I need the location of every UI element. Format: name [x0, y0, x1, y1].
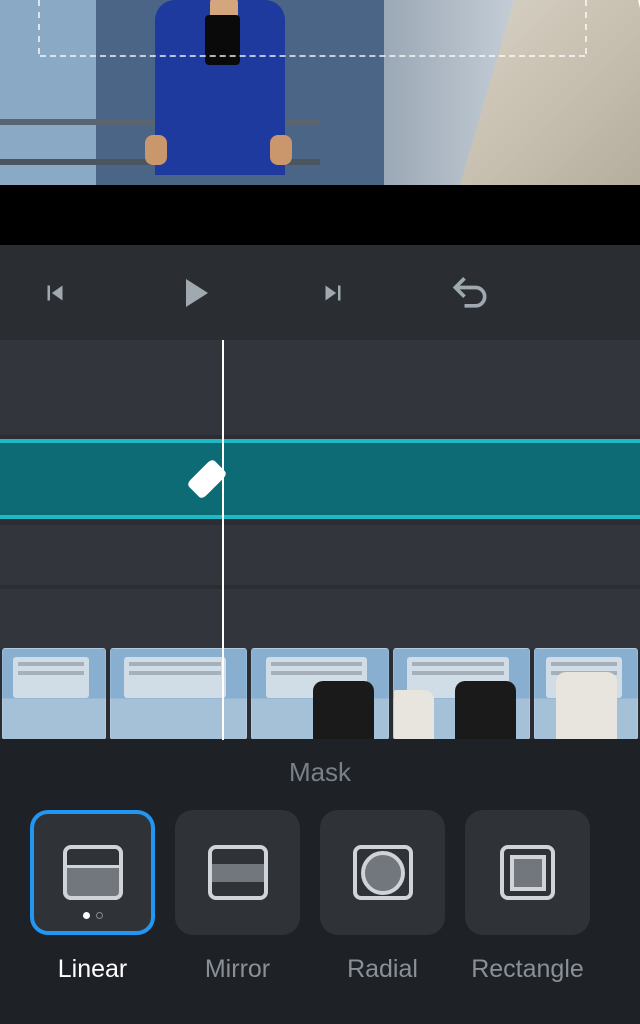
- radial-mask-icon: [353, 845, 413, 900]
- next-frame-button[interactable]: [318, 278, 348, 308]
- mirror-mask-icon: [208, 845, 268, 900]
- undo-button[interactable]: [448, 271, 492, 315]
- thumbnail-strip[interactable]: [0, 648, 640, 740]
- clip-thumbnail[interactable]: [534, 648, 638, 740]
- linear-mask-icon: [63, 845, 123, 900]
- mask-option-label: Mirror: [205, 955, 270, 984]
- clip-thumbnail[interactable]: [393, 648, 531, 740]
- crop-guide: [40, 55, 585, 57]
- mask-panel: Mask Linear Mirror Radial: [0, 739, 640, 1024]
- mask-option-rectangle[interactable]: Rectangle: [465, 810, 590, 984]
- previous-frame-button[interactable]: [40, 278, 70, 308]
- page-indicator: [83, 912, 103, 919]
- mask-option-mirror[interactable]: Mirror: [175, 810, 300, 984]
- playhead[interactable]: [222, 340, 224, 740]
- mask-options-row: Linear Mirror Radial Rectangle: [0, 810, 640, 984]
- clip-thumbnail[interactable]: [2, 648, 106, 740]
- timeline-track[interactable]: [0, 340, 640, 435]
- playback-controls: [0, 245, 640, 340]
- mask-option-radial[interactable]: Radial: [320, 810, 445, 984]
- timeline-track-selected[interactable]: [0, 439, 640, 519]
- mask-option-label: Rectangle: [471, 955, 584, 984]
- timeline[interactable]: [0, 340, 640, 740]
- panel-title: Mask: [0, 739, 640, 810]
- mask-option-linear[interactable]: Linear: [30, 810, 155, 984]
- mask-option-label: Linear: [58, 955, 128, 984]
- rectangle-mask-icon: [500, 845, 555, 900]
- video-preview[interactable]: [0, 0, 640, 245]
- keyframe-marker-icon[interactable]: [189, 461, 224, 496]
- play-button[interactable]: [170, 269, 218, 317]
- timeline-track[interactable]: [0, 525, 640, 585]
- preview-subject: [135, 0, 300, 175]
- timeline-track[interactable]: [0, 589, 640, 649]
- clip-thumbnail[interactable]: [110, 648, 248, 740]
- clip-thumbnail[interactable]: [251, 648, 389, 740]
- mask-option-label: Radial: [347, 955, 418, 984]
